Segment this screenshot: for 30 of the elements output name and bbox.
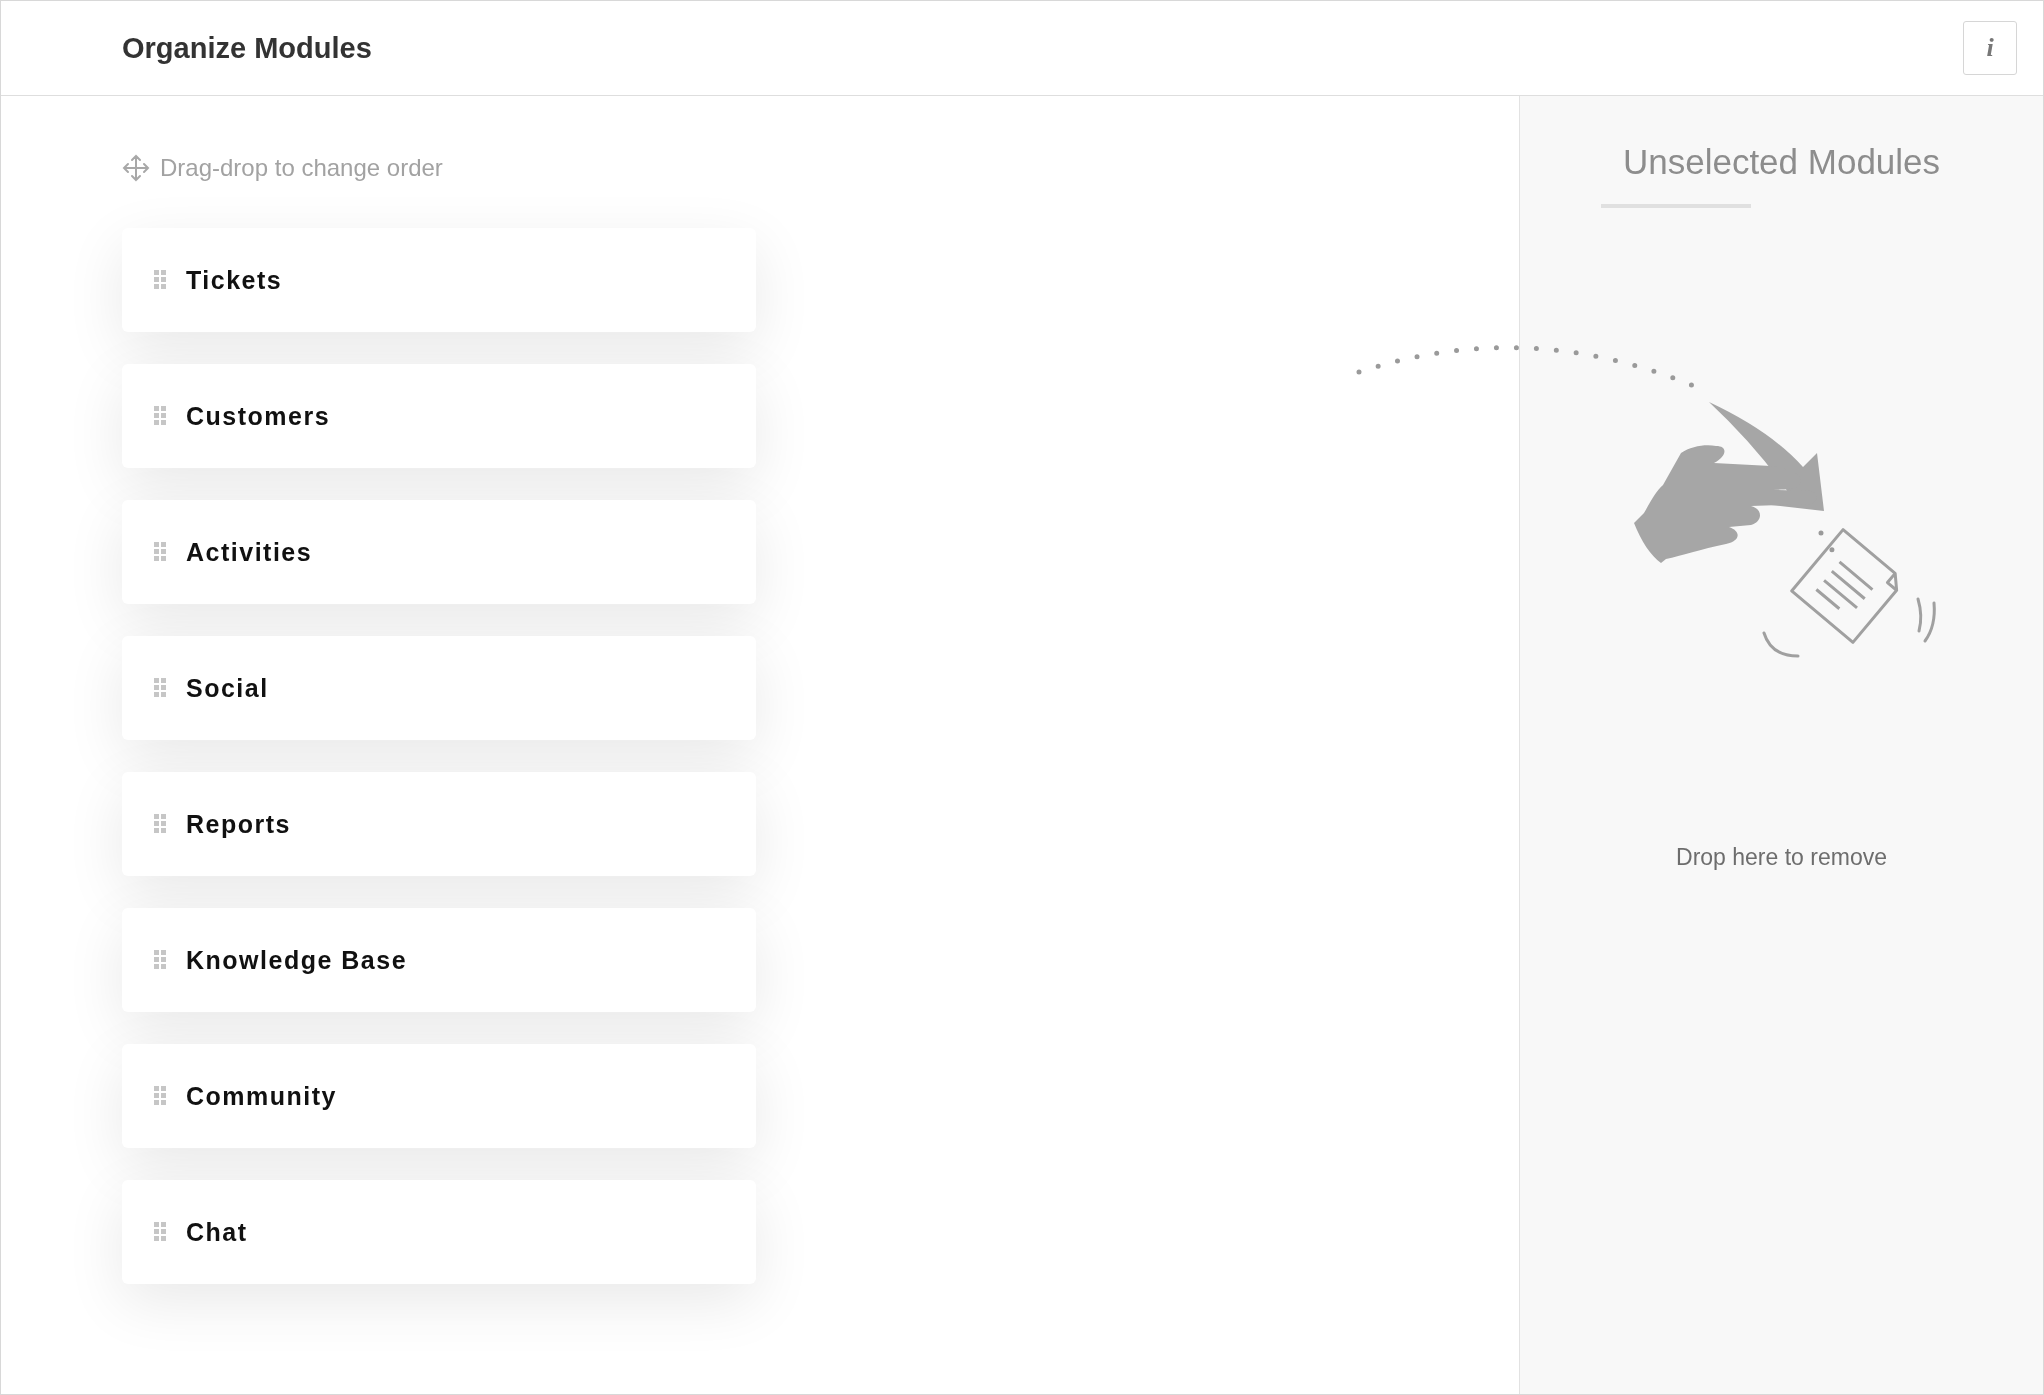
move-arrows-icon — [122, 154, 150, 182]
module-label: Community — [186, 1081, 337, 1111]
module-card[interactable]: Customers — [122, 364, 756, 468]
page-title: Organize Modules — [122, 31, 372, 65]
drag-handle-icon[interactable] — [154, 1086, 166, 1106]
module-label: Chat — [186, 1217, 248, 1247]
module-label: Customers — [186, 401, 331, 431]
module-card[interactable]: Chat — [122, 1180, 756, 1284]
module-card[interactable]: Tickets — [122, 228, 756, 332]
drag-handle-icon[interactable] — [154, 1222, 166, 1242]
module-label: Tickets — [186, 265, 283, 295]
drag-handle-icon[interactable] — [154, 270, 166, 290]
module-card[interactable]: Knowledge Base — [122, 908, 756, 1012]
drag-hint-text: Drag-drop to change order — [160, 154, 443, 182]
drag-handle-icon[interactable] — [154, 542, 166, 562]
drop-zone-text: Drop here to remove — [1676, 844, 1887, 871]
drag-handle-icon[interactable] — [154, 814, 166, 834]
module-label: Reports — [186, 809, 291, 839]
module-label: Social — [186, 673, 269, 703]
drag-handle-icon[interactable] — [154, 406, 166, 426]
module-label: Knowledge Base — [186, 945, 408, 975]
drag-handle-icon[interactable] — [154, 950, 166, 970]
drag-handle-icon[interactable] — [154, 678, 166, 698]
module-card[interactable]: Activities — [122, 500, 756, 604]
info-button[interactable]: i — [1963, 21, 2017, 75]
module-label: Activities — [186, 537, 313, 567]
module-card[interactable]: Social — [122, 636, 756, 740]
panel-title: Unselected Modules — [1622, 142, 1941, 182]
module-card[interactable]: Reports — [122, 772, 756, 876]
module-card[interactable]: Community — [122, 1044, 756, 1148]
